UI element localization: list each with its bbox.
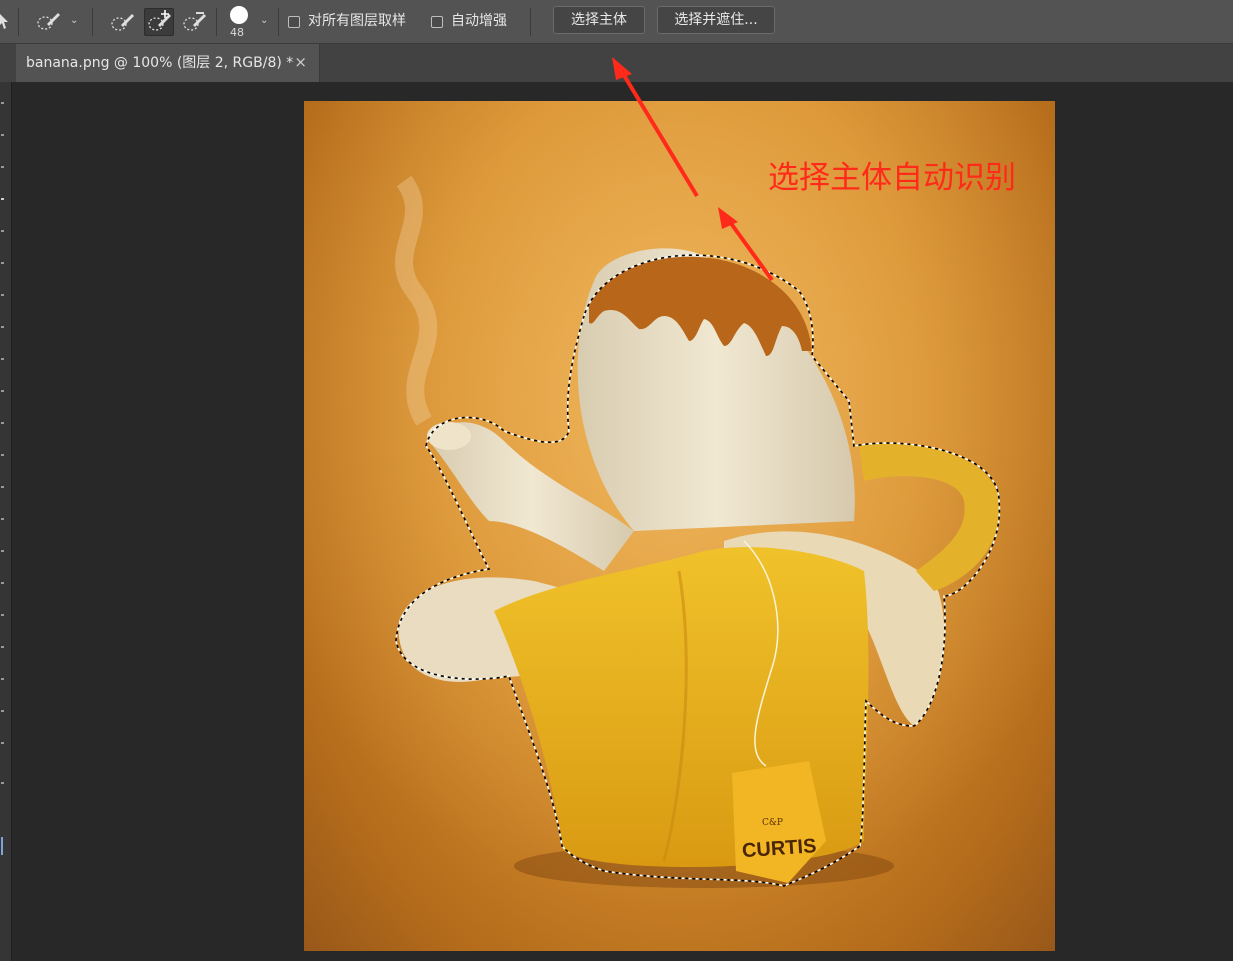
annotation-arrow-icon xyxy=(612,57,774,282)
annotation-text: 选择主体自动识别 xyxy=(768,160,1016,196)
